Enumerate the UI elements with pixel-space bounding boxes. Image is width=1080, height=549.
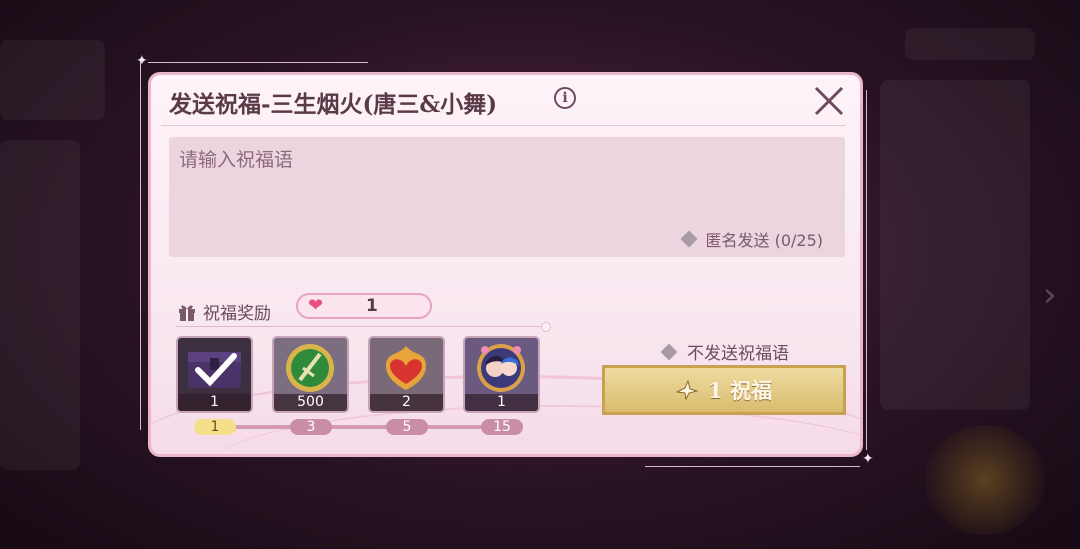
no-message-toggle[interactable]: 不发送祝福语 bbox=[660, 339, 789, 364]
heart-count: 1 bbox=[366, 296, 378, 316]
diamond-checkbox-icon bbox=[680, 230, 698, 248]
gift-icon bbox=[179, 305, 195, 321]
frame-line bbox=[866, 90, 867, 450]
dialog-title: 发送祝福-三生烟火(唐三&小舞) bbox=[169, 91, 498, 118]
bless-button[interactable]: 1 祝福 bbox=[602, 365, 846, 415]
bg-side-panel bbox=[0, 140, 80, 470]
divider bbox=[176, 326, 546, 327]
anonymous-label: 匿名发送 (0/25) bbox=[705, 231, 823, 250]
reward-count: 1 bbox=[178, 394, 251, 411]
reward-count: 1 bbox=[465, 394, 538, 411]
reward-item-avatar-frame[interactable]: 1 bbox=[463, 336, 540, 413]
reward-count: 500 bbox=[274, 394, 347, 411]
frame-line bbox=[140, 60, 141, 430]
close-icon[interactable] bbox=[811, 83, 847, 119]
chevron-right-icon: › bbox=[1043, 275, 1057, 315]
reward-header: 祝福奖励 bbox=[177, 299, 271, 324]
blessing-input[interactable]: 请输入祝福语 匿名发送 (0/25) bbox=[169, 137, 845, 257]
progress-track bbox=[213, 425, 503, 429]
milestone-node: 15 bbox=[481, 419, 523, 435]
info-icon[interactable]: i bbox=[554, 87, 576, 109]
heart-counter: ❤ 1 bbox=[296, 293, 432, 319]
diamond-checkbox-icon bbox=[660, 343, 678, 360]
bless-button-label: 1 祝福 bbox=[708, 378, 772, 403]
heart-icon: ❤ bbox=[308, 295, 324, 316]
chest-icon bbox=[188, 352, 241, 388]
paper-crane-icon bbox=[676, 380, 699, 400]
anonymous-toggle[interactable]: 匿名发送 (0/25) bbox=[680, 227, 823, 251]
reward-item-coin[interactable]: 500 bbox=[272, 336, 349, 413]
bg-glow bbox=[925, 425, 1045, 535]
reward-count: 2 bbox=[370, 394, 443, 411]
frame-line bbox=[148, 62, 368, 63]
frame-line bbox=[645, 466, 860, 467]
sparkle-icon: ✦ bbox=[136, 53, 148, 69]
bg-top-button bbox=[905, 28, 1035, 60]
sword-badge-icon bbox=[286, 344, 334, 392]
reward-item-chest[interactable]: 1 bbox=[176, 336, 253, 413]
sparkle-icon: ✦ bbox=[862, 451, 874, 467]
milestone-node: 5 bbox=[386, 419, 428, 435]
milestone-node: 1 bbox=[194, 419, 236, 435]
bg-card bbox=[880, 80, 1030, 410]
couple-avatar-icon bbox=[477, 344, 525, 392]
bg-panel bbox=[0, 40, 105, 120]
reward-label: 祝福奖励 bbox=[203, 304, 271, 324]
no-message-label: 不发送祝福语 bbox=[687, 344, 789, 364]
flame-heart-icon bbox=[386, 346, 426, 390]
reward-item-heart[interactable]: 2 bbox=[368, 336, 445, 413]
blessing-dialog: 发送祝福-三生烟火(唐三&小舞) i 请输入祝福语 匿名发送 (0/25) 祝福… bbox=[148, 72, 863, 457]
input-placeholder: 请输入祝福语 bbox=[179, 149, 294, 171]
rule-ornament bbox=[541, 322, 551, 332]
divider bbox=[161, 125, 846, 126]
milestone-node: 3 bbox=[290, 419, 332, 435]
